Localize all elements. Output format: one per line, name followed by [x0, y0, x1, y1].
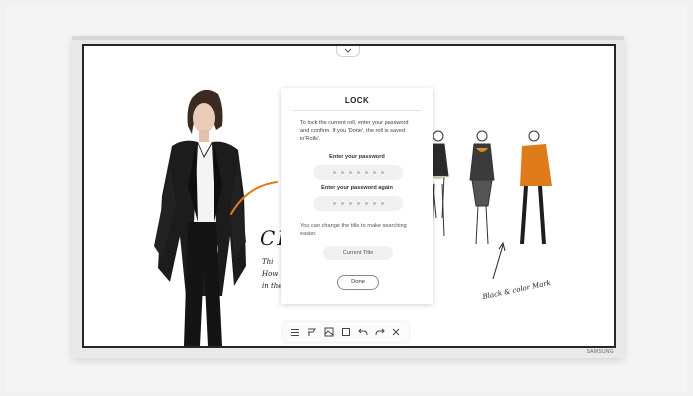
close-icon[interactable]	[390, 326, 402, 338]
sketch-caption: Black & color Mark	[481, 278, 552, 302]
undo-icon[interactable]	[357, 326, 369, 338]
password-confirm-field[interactable]	[313, 196, 403, 211]
sketch-arrow	[492, 241, 506, 280]
done-button[interactable]: Done	[337, 275, 379, 290]
monitor-top-edge	[72, 36, 624, 40]
select-icon[interactable]	[340, 326, 352, 338]
bottom-toolbar	[283, 322, 409, 342]
handwriting-line: How	[262, 270, 279, 278]
password-label: Enter your password	[329, 154, 385, 160]
password-dot	[380, 171, 384, 174]
title-field[interactable]: Current Title	[323, 246, 393, 260]
pull-down-tab[interactable]	[336, 46, 360, 57]
dialog-title: LOCK	[344, 96, 370, 105]
redo-icon[interactable]	[374, 326, 386, 338]
handwriting-line: Thi	[262, 258, 274, 266]
dialog-hint: You can change the title to make searchi…	[300, 223, 407, 238]
password-dot	[340, 202, 344, 205]
menu-icon[interactable]	[289, 326, 301, 338]
password-field[interactable]	[313, 165, 403, 180]
password-again-label: Enter your password again	[321, 185, 393, 191]
password-dot	[332, 202, 336, 205]
dialog-description: To lock the current roll, enter your pas…	[300, 120, 409, 143]
pen-icon[interactable]	[306, 326, 318, 338]
handwriting-line: in the	[262, 282, 283, 290]
lock-dialog: LOCK To lock the current roll, enter you…	[281, 88, 433, 304]
orange-stroke	[230, 181, 278, 215]
dialog-divider	[293, 110, 421, 111]
flip-display: CL Thi How in the Black & color Mark LOC…	[72, 36, 624, 358]
password-dot	[372, 171, 376, 174]
password-dot	[348, 171, 352, 174]
chevron-down-icon	[344, 48, 352, 53]
password-dot	[364, 202, 368, 205]
screen: CL Thi How in the Black & color Mark LOC…	[82, 44, 616, 348]
password-dot	[332, 171, 336, 174]
password-dot	[356, 202, 360, 205]
password-dot	[348, 202, 352, 205]
image-icon[interactable]	[323, 326, 335, 338]
password-dot	[356, 171, 360, 174]
password-dot	[364, 171, 368, 174]
password-dot	[372, 202, 376, 205]
password-dot	[340, 171, 344, 174]
password-dot	[380, 202, 384, 205]
brand-logo: SAMSUNG	[586, 349, 614, 355]
